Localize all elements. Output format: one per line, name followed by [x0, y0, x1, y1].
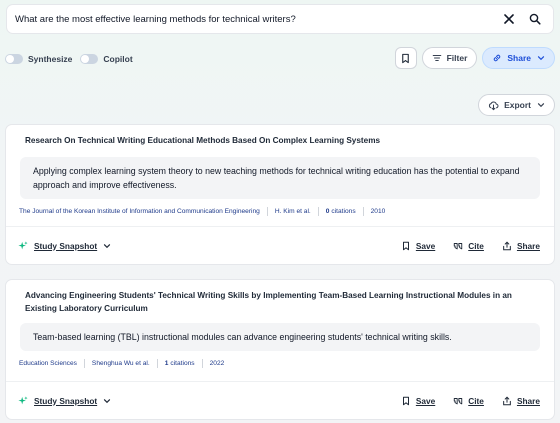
card-actions: Save Cite Share: [383, 396, 540, 406]
toolbar-actions: Filter Share: [394, 47, 555, 69]
quote-icon: [454, 397, 463, 404]
bookmark-icon: [402, 53, 409, 63]
copilot-toggle[interactable]: [80, 54, 99, 64]
cite-label: Cite: [468, 395, 484, 406]
cite-button[interactable]: Cite: [453, 241, 484, 251]
sparkle-icon: [18, 240, 28, 249]
copilot-toggle-group[interactable]: Copilot: [80, 54, 133, 64]
chevron-down-icon: [537, 56, 545, 61]
chevron-down-icon: [104, 398, 111, 403]
link-icon: [494, 54, 501, 62]
cite-label: Cite: [468, 240, 484, 251]
result-card: Research On Technical Writing Educationa…: [5, 124, 555, 265]
study-snapshot-button[interactable]: Study Snapshot: [18, 241, 111, 251]
journal-name[interactable]: Education Sciences: [19, 360, 77, 367]
bookmark-icon: [402, 396, 409, 405]
save-button[interactable]: Save: [401, 241, 435, 251]
quote-icon: [454, 242, 463, 249]
citations-count: 0: [325, 207, 330, 215]
meta-divider: [156, 359, 158, 369]
clear-search-button[interactable]: [499, 9, 519, 29]
study-snapshot-label: Study Snapshot: [34, 240, 98, 251]
search-icon: [529, 13, 541, 25]
journal-name[interactable]: The Journal of the Korean Institute of I…: [19, 208, 260, 215]
share-result-button[interactable]: Share: [502, 241, 540, 251]
share-label: Share: [516, 240, 540, 251]
bookmark-button[interactable]: [394, 47, 417, 69]
filter-button[interactable]: Filter: [421, 47, 478, 69]
export-label: Export: [504, 100, 531, 110]
search-button[interactable]: [525, 9, 545, 29]
meta-divider: [317, 206, 319, 216]
meta-divider: [362, 206, 364, 216]
search-bar[interactable]: What are the most effective learning met…: [6, 4, 554, 34]
export-button[interactable]: Export: [478, 94, 555, 116]
result-meta: Education Sciences Shenghua Wu et al. 1 …: [6, 359, 554, 369]
share-button[interactable]: Share: [482, 47, 555, 69]
study-snapshot-label: Study Snapshot: [34, 395, 98, 406]
save-label: Save: [415, 240, 436, 251]
meta-divider: [201, 359, 203, 369]
close-icon: [504, 14, 514, 24]
chevron-down-icon: [104, 243, 111, 248]
controls-row: Synthesize Copilot Filter Share: [5, 47, 555, 71]
meta-divider: [266, 206, 268, 216]
card-footer: Study Snapshot Save Cite Share: [6, 381, 554, 419]
authors[interactable]: Shenghua Wu et al.: [92, 360, 150, 367]
search-input[interactable]: What are the most effective learning met…: [15, 14, 499, 25]
filter-icon: [432, 54, 441, 62]
result-card: Advancing Engineering Students' Technica…: [5, 279, 555, 420]
result-title[interactable]: Research On Technical Writing Educationa…: [6, 125, 554, 157]
meta-divider: [83, 359, 85, 369]
share-label: Share: [516, 395, 540, 406]
copilot-label: Copilot: [103, 54, 133, 64]
citations-label: citations: [170, 360, 195, 368]
result-title[interactable]: Advancing Engineering Students' Technica…: [6, 280, 554, 323]
cite-button[interactable]: Cite: [453, 396, 484, 406]
save-label: Save: [415, 395, 436, 406]
authors[interactable]: H. Kim et al.: [275, 208, 311, 215]
result-summary: Team-based learning (TBL) instructional …: [20, 323, 540, 352]
bookmark-icon: [402, 241, 409, 250]
result-summary: Applying complex learning system theory …: [20, 156, 540, 199]
synthesize-toggle-group[interactable]: Synthesize: [5, 54, 72, 64]
study-snapshot-button[interactable]: Study Snapshot: [18, 396, 111, 406]
sparkle-icon: [18, 395, 28, 404]
card-footer: Study Snapshot Save Cite Share: [6, 226, 554, 264]
share-label: Share: [507, 53, 531, 63]
citations-label: citations: [331, 207, 356, 215]
share-icon: [503, 241, 511, 250]
share-result-button[interactable]: Share: [502, 396, 540, 406]
synthesize-toggle[interactable]: [5, 54, 23, 64]
cloud-download-icon: [489, 100, 499, 110]
save-button[interactable]: Save: [401, 396, 435, 406]
share-icon: [503, 396, 511, 405]
publication-year: 2022: [209, 360, 225, 368]
synthesize-label: Synthesize: [28, 54, 73, 64]
filter-label: Filter: [446, 53, 468, 63]
card-actions: Save Cite Share: [383, 241, 540, 251]
chevron-down-icon: [537, 103, 545, 108]
citations-count: 1: [164, 360, 169, 368]
publication-year: 2010: [370, 207, 386, 215]
result-meta: The Journal of the Korean Institute of I…: [6, 206, 554, 216]
